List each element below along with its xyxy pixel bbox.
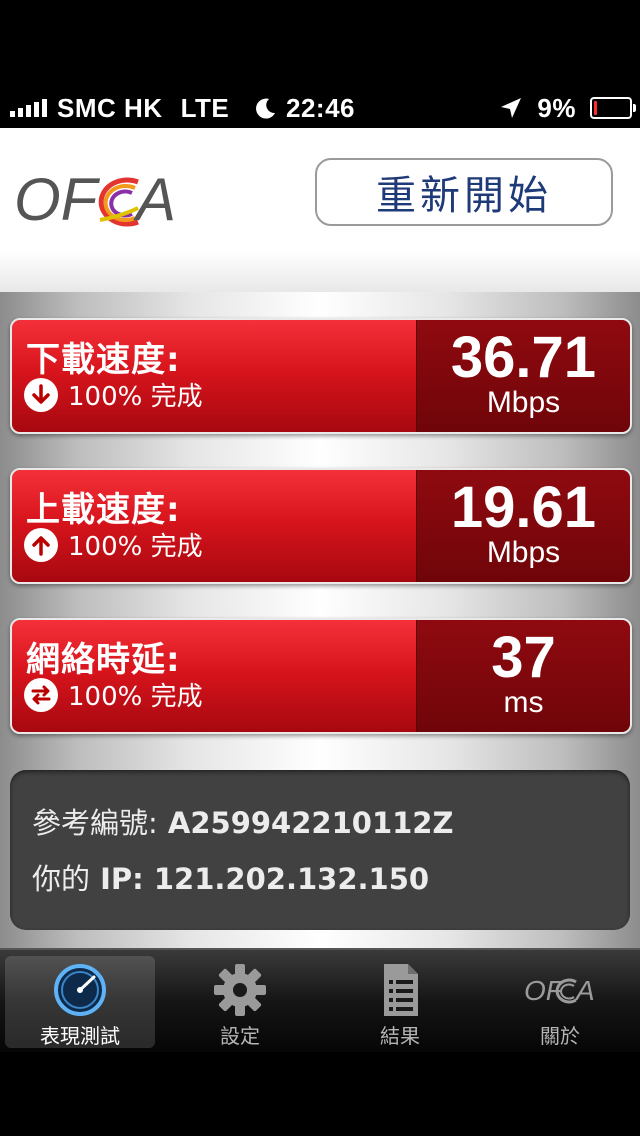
download-unit: Mbps	[486, 386, 561, 419]
status-left: SMC HK LTE	[10, 90, 229, 126]
ofca-logo-icon: OF A	[524, 975, 595, 1006]
bottom-area	[0, 1052, 640, 1136]
upload-unit: Mbps	[486, 536, 561, 569]
download-speed-card: 下載速度: 100% 完成 36.71 Mbps	[10, 318, 632, 434]
latency-card-left: 網絡時延: 100% 完成	[12, 620, 416, 732]
latency-card: 網絡時延: 100% 完成 37 ms	[10, 618, 632, 734]
moon-icon	[256, 98, 275, 119]
status-center: 22:46	[254, 90, 355, 126]
download-status: 100% 完成	[24, 376, 203, 413]
svg-text:A: A	[574, 975, 595, 1006]
svg-text:OF: OF	[14, 166, 101, 233]
tab-bar: 表現測試 設定 結果 OF A 關於	[0, 948, 640, 1054]
gear-icon	[214, 964, 266, 1016]
carrier-name: SMC HK	[57, 92, 163, 123]
ip-label: 你的	[32, 862, 91, 896]
download-card-left: 下載速度: 100% 完成	[12, 320, 416, 432]
battery-icon	[590, 97, 636, 119]
reference-line: 參考編號: A259942210112Z	[32, 800, 454, 842]
upload-speed-card: 上載速度: 100% 完成 19.61 Mbps	[10, 468, 632, 584]
signal-strength-icon	[10, 99, 47, 117]
speedometer-icon	[54, 964, 106, 1016]
tab-results[interactable]: 結果	[325, 956, 475, 1048]
svg-text:A: A	[133, 166, 176, 233]
reference-value: A259942210112Z	[167, 806, 454, 840]
upload-status: 100% 完成	[24, 526, 203, 563]
app-header: OF A 重新開始	[0, 128, 640, 292]
document-list-icon	[384, 964, 418, 1016]
ip-value: IP: 121.202.132.150	[100, 862, 430, 896]
latency-arrows-icon	[24, 677, 58, 712]
latency-unit: ms	[503, 686, 544, 719]
ofca-logo: OF A	[14, 166, 176, 233]
upload-title: 上載速度:	[26, 490, 181, 530]
tab-performance-test[interactable]: 表現測試	[5, 956, 155, 1048]
upload-arrow-icon	[24, 527, 58, 562]
upload-value: 19.61	[450, 475, 597, 540]
upload-card-right: 19.61 Mbps	[416, 470, 630, 582]
tab-label-about: 關於	[540, 1024, 580, 1048]
download-arrow-icon	[24, 377, 58, 412]
tab-label-settings: 設定	[220, 1024, 260, 1048]
download-value: 36.71	[450, 325, 597, 390]
status-right: 9%	[499, 90, 636, 126]
tab-settings[interactable]: 設定	[165, 956, 315, 1048]
info-panel: 參考編號: A259942210112Z 你的 IP: 121.202.132.…	[10, 770, 630, 930]
main-panel: 下載速度: 100% 完成 36.71 Mbps 上載速度: 100% 完成 1…	[0, 292, 640, 948]
tab-about[interactable]: OF A 關於	[485, 956, 635, 1048]
status-bar: SMC HK LTE 22:46 9%	[0, 0, 640, 128]
location-arrow-icon	[501, 98, 522, 118]
latency-status-text: 100% 完成	[68, 682, 203, 712]
latency-card-right: 37 ms	[416, 620, 630, 732]
tab-label-results: 結果	[380, 1024, 420, 1048]
download-status-text: 100% 完成	[68, 382, 203, 412]
download-title: 下載速度:	[26, 340, 181, 380]
latency-title: 網絡時延:	[26, 640, 181, 680]
upload-status-text: 100% 完成	[68, 532, 203, 562]
svg-text:OF: OF	[524, 975, 565, 1006]
latency-status: 100% 完成	[24, 676, 203, 713]
ip-line: 你的 IP: 121.202.132.150	[32, 856, 429, 898]
reference-label: 參考編號:	[32, 806, 158, 840]
latency-value: 37	[491, 625, 556, 690]
upload-card-left: 上載速度: 100% 完成	[12, 470, 416, 582]
clock: 22:46	[286, 92, 355, 123]
restart-button[interactable]: 重新開始	[315, 158, 613, 226]
tab-label-performance: 表現測試	[40, 1024, 120, 1048]
battery-percent: 9%	[537, 92, 576, 123]
battery-fill	[594, 101, 597, 115]
network-type: LTE	[180, 92, 230, 123]
download-card-right: 36.71 Mbps	[416, 320, 630, 432]
